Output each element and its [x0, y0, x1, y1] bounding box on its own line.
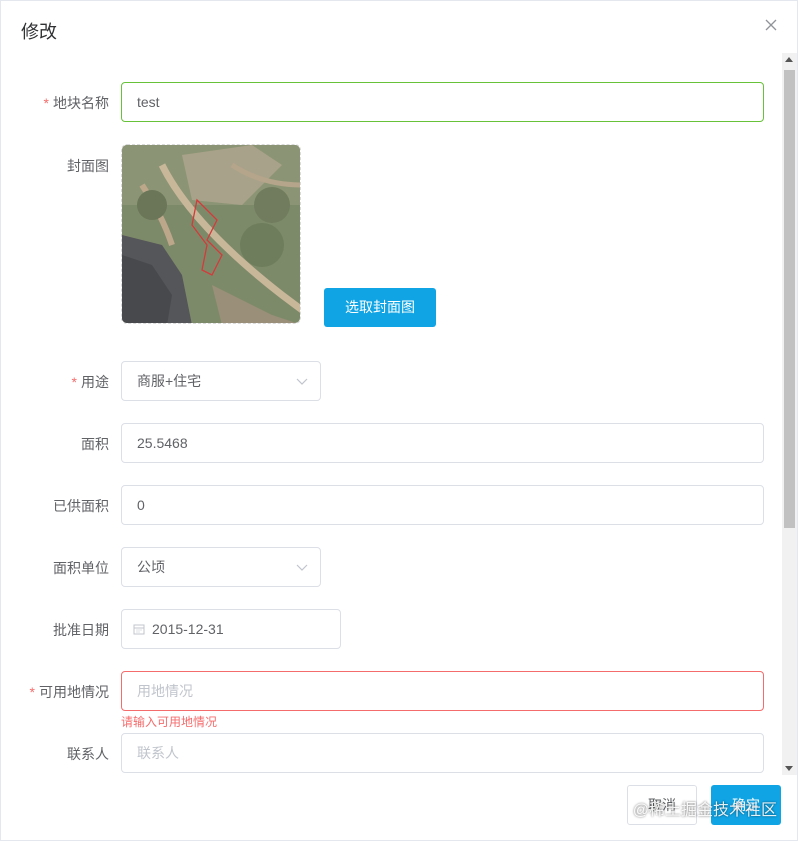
dialog-title: 修改 [21, 22, 57, 42]
area-unit-label: 面积单位 [53, 560, 109, 576]
land-status-error: 请输入可用地情况 [121, 715, 218, 729]
area-input[interactable]: 25.5468 [121, 423, 764, 463]
satellite-image [122, 145, 300, 323]
cover-image[interactable] [121, 144, 301, 324]
supplied-area-label: 已供面积 [53, 498, 109, 514]
scroll-down-icon[interactable] [785, 766, 793, 771]
usage-label: * 用途 [71, 374, 109, 390]
supplied-area-input[interactable]: 0 [121, 485, 764, 525]
area-unit-select[interactable]: 公顷 [121, 547, 321, 587]
edit-dialog: 修改 * 地块名称 test 封面图 选取封面图 * 用途 商服+住宅 面积 2… [0, 0, 798, 841]
land-status-label: * 可用地情况 [29, 684, 109, 700]
contact-label: 联系人 [67, 746, 109, 762]
cover-label: 封面图 [67, 158, 109, 174]
plot-name-label: * 地块名称 [43, 95, 109, 111]
area-label: 面积 [81, 436, 109, 452]
chevron-down-icon [296, 378, 308, 385]
contact-input[interactable]: 联系人 [121, 733, 764, 773]
confirm-button[interactable]: 确定 [711, 785, 781, 825]
vertical-scrollbar[interactable] [782, 53, 797, 775]
land-status-input[interactable]: 用地情况 [121, 671, 764, 711]
approval-date-picker[interactable]: 2015-12-31 [121, 609, 341, 649]
usage-select[interactable]: 商服+住宅 [121, 361, 321, 401]
select-cover-button[interactable]: 选取封面图 [324, 288, 436, 327]
close-icon[interactable] [763, 17, 779, 33]
calendar-icon [133, 624, 145, 635]
scroll-up-icon[interactable] [785, 57, 793, 62]
plot-name-input[interactable]: test [121, 82, 764, 122]
cancel-button[interactable]: 取消 [627, 785, 697, 825]
scroll-thumb[interactable] [784, 70, 795, 528]
chevron-down-icon [296, 564, 308, 571]
approval-date-label: 批准日期 [53, 622, 109, 638]
